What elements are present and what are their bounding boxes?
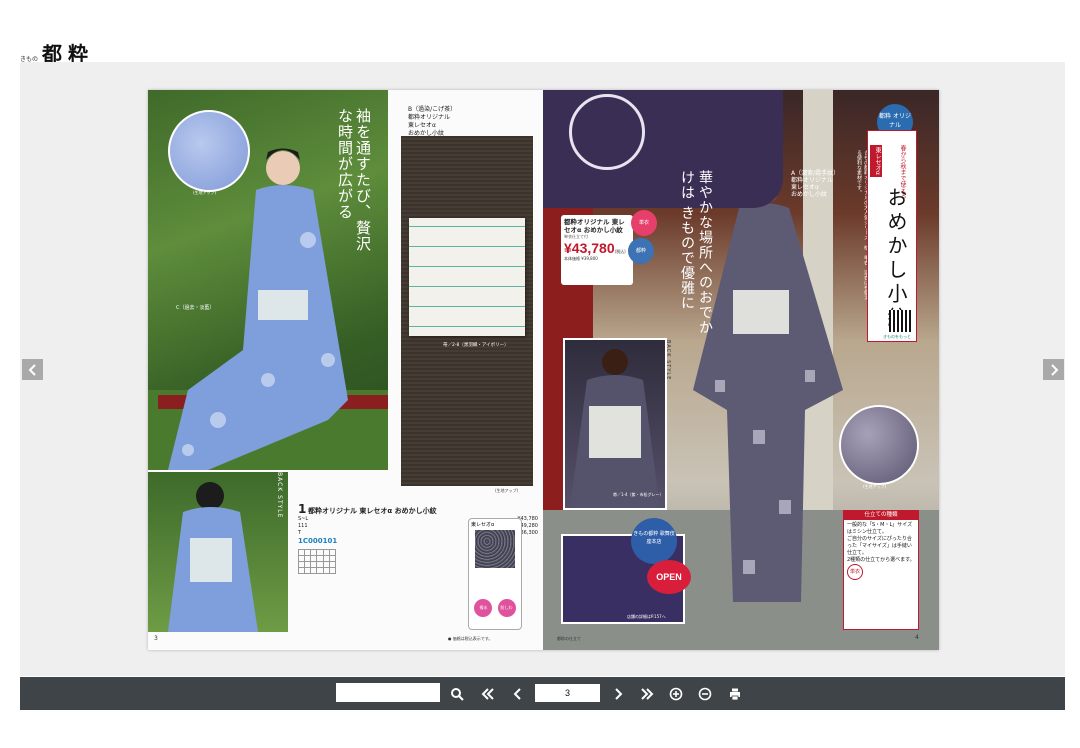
prev-page-button[interactable]	[508, 684, 528, 704]
fabric-b-line: B（過染/こげ茶）	[408, 106, 457, 113]
fabric-feature-title: 東レセオα	[471, 522, 495, 528]
fabric-swatch-circle-right	[839, 405, 919, 485]
right-tagline: 華やかな場所へのおでかけは きもので優雅に	[679, 170, 713, 335]
tailoring-line: 2種類の仕立てから選べます。	[847, 557, 915, 563]
print-button[interactable]	[725, 684, 745, 704]
next-page-icon	[615, 688, 623, 700]
variant-c-label: C（過去・淡藍）	[176, 305, 215, 311]
print-icon	[730, 688, 740, 701]
fabric-feature-box: 東レセオα 撥水 防しわ	[468, 518, 522, 630]
fabric-b-panel: B（過染/こげ茶） 都粋オリジナル 東レセオα おめかし小紋 帯／2-8（黒羽織…	[393, 90, 543, 493]
swatch-caption-right: (生地アップ)	[863, 484, 887, 489]
flipbook-viewer: (生地アップ) 袖を通すたび、贅沢な時間が広がる C（過去・淡藍） B（過染/こ…	[20, 62, 1065, 676]
price-card-title: 都粋オリジナル 東レセオα おめかし小紋	[564, 218, 625, 234]
price-card-base: 本体価格 ¥39,800	[564, 256, 598, 261]
chevron-right-icon	[1050, 363, 1058, 376]
open-badge: OPEN	[647, 560, 691, 594]
left-footnote: ● 価格は税込表示です。	[448, 636, 493, 641]
fabric-b-line: 都粋オリジナル	[408, 114, 451, 121]
single-layer-stamp: 単衣	[847, 564, 863, 580]
variant-a-line: 東レセオα	[791, 184, 819, 191]
zoom-in-button[interactable]	[666, 684, 686, 704]
obi-label: 帯／2-8（黒羽織・アイボリー）	[443, 343, 509, 348]
single-layer-badge: 単衣	[631, 210, 657, 236]
left-page: (生地アップ) 袖を通すたび、贅沢な時間が広がる C（過去・淡藍） B（過染/こ…	[148, 90, 543, 650]
next-page-arrow[interactable]	[1043, 359, 1064, 380]
back-style-label: BACK STYLE	[276, 472, 283, 519]
variant-a-line: おめかし小紋	[791, 191, 828, 198]
left-tagline: 袖を通すたび、贅沢な時間が広がる	[336, 108, 372, 252]
model-photo-sitting: (生地アップ) 袖を通すたび、贅沢な時間が広がる C（過去・淡藍）	[148, 90, 388, 470]
chevron-left-icon	[28, 363, 36, 376]
last-page-icon	[641, 688, 654, 700]
variant-a-line: 都粋オリジナル	[791, 177, 834, 184]
price-row-label: S~L	[298, 516, 309, 522]
variant-a-label: A（濃紫/霞手紋） 都粋オリジナル 東レセオα おめかし小紋	[791, 170, 839, 198]
back-figure-illustration	[168, 482, 258, 632]
zoom-in-icon	[669, 687, 683, 701]
right-page: 都粋オリジナル 東レセオα おめかし小紋 単衣仕立て付 ¥43,780(税込) …	[543, 90, 939, 650]
brand-badge: 都粋	[628, 238, 654, 264]
obi-roll-image	[409, 218, 525, 336]
crest-icon	[569, 94, 645, 170]
back-style-label-right: BACK STYLE	[665, 340, 671, 381]
product-number: 1	[298, 502, 307, 516]
back-figure-right-illustration	[570, 349, 660, 508]
fabric-b-line: 東レセオα	[408, 122, 436, 129]
swatch-caption: (生地アップ)	[193, 190, 217, 195]
fabric-feature-swatch	[475, 530, 515, 568]
fabric-closeup-caption: (生地アップ)	[495, 488, 519, 493]
feature-pill: 撥水	[474, 599, 493, 617]
tailoring-line: 一般的な「S・M・L」サイズはミシン仕立て。	[847, 522, 913, 535]
next-page-button[interactable]	[608, 684, 628, 704]
noren-curtain	[543, 90, 783, 208]
prev-page-icon	[513, 688, 521, 700]
title-tag: 東レセオα	[870, 145, 882, 177]
search-icon	[451, 688, 464, 701]
back-style-photo	[148, 472, 288, 632]
search-input[interactable]	[336, 683, 440, 702]
fabric-b-heading: B（過染/こげ茶） 都粋オリジナル 東レセオα おめかし小紋	[408, 106, 456, 138]
zoom-out-button[interactable]	[695, 684, 715, 704]
qr-caption: きものをもっと	[883, 334, 911, 339]
feature-pill: 防しわ	[497, 599, 516, 617]
last-page-button[interactable]	[637, 684, 657, 704]
price-card-price: ¥43,780	[564, 240, 615, 256]
tailoring-info-box: 仕立ての種類 一般的な「S・M・L」サイズはミシン仕立て。 ご自分のサイズにぴっ…	[843, 510, 919, 630]
back-style-photo-right	[563, 338, 667, 510]
tailoring-title: 仕立ての種類	[844, 511, 918, 520]
right-page-number: 4	[915, 634, 919, 641]
obi-label-right: 帯／1-4（紫・市松グレー）	[613, 492, 664, 497]
store-badge: きもの都粋 歌舞伎座本店	[631, 518, 677, 564]
first-page-button[interactable]	[478, 684, 498, 704]
viewer-toolbar	[20, 677, 1065, 710]
qr-code-icon[interactable]	[889, 310, 911, 332]
store-caption: 店舗の詳細はP.157へ	[627, 614, 666, 619]
page-number-input[interactable]	[535, 684, 600, 702]
size-table	[297, 549, 336, 574]
search-button[interactable]	[447, 684, 467, 704]
price-card-tax: (税込)	[614, 249, 626, 254]
right-footnote: 都粋の仕立て	[557, 636, 581, 641]
price-row-label: T	[298, 530, 302, 536]
tailoring-line: ご自分のサイズにぴったり合った「マイサイズ」は手縫い仕立て。	[847, 536, 912, 556]
page-spread[interactable]: (生地アップ) 袖を通すたび、贅沢な時間が広がる C（過去・淡藍） B（過染/こ…	[148, 90, 939, 650]
series-description: きもの都粋オリジナルの大人気シリーズ。袷、単衣、浴衣にも使える便利な素材です。	[856, 150, 869, 300]
zoom-out-icon	[698, 687, 712, 701]
prev-page-arrow[interactable]	[22, 359, 43, 380]
fabric-swatch-circle	[168, 110, 250, 192]
product-name: 都粋オリジナル 東レセオα おめかし小紋	[307, 507, 437, 515]
variant-a-line: A（濃紫/霞手紋）	[791, 170, 840, 177]
left-page-number: 3	[154, 635, 158, 642]
first-page-icon	[481, 688, 494, 700]
price-row-label: 111	[298, 523, 308, 529]
price-card: 都粋オリジナル 東レセオα おめかし小紋 単衣仕立て付 ¥43,780(税込) …	[561, 215, 633, 285]
